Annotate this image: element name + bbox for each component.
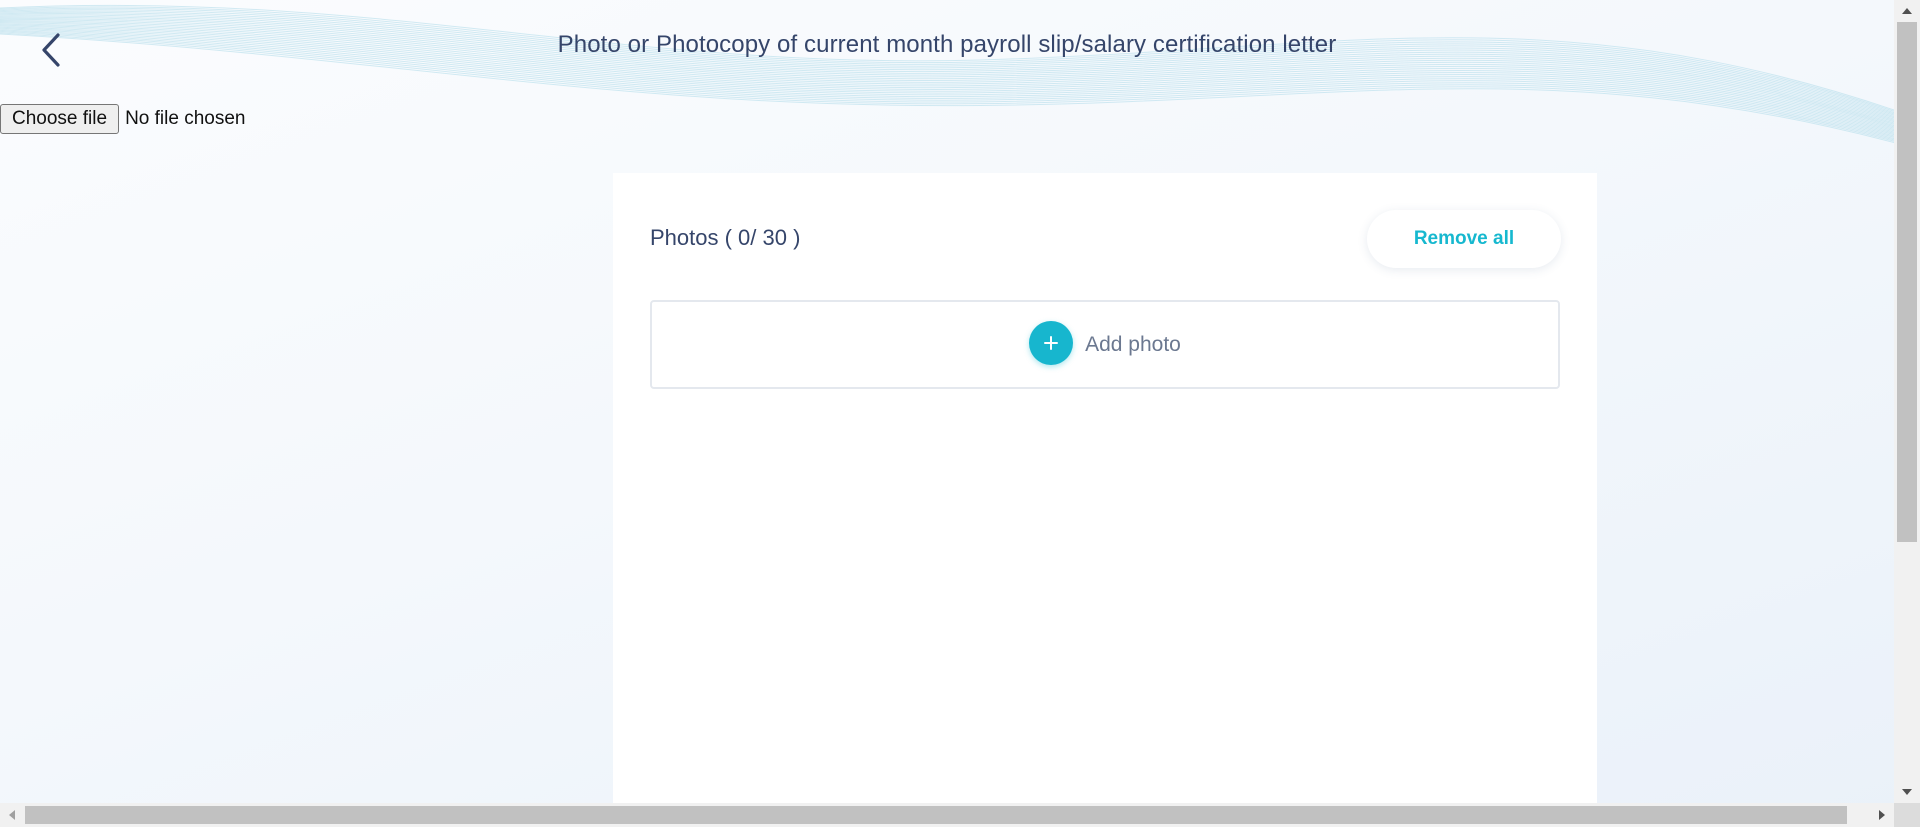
wave-line [0, 9, 1894, 115]
vertical-scrollbar-thumb[interactable] [1897, 22, 1917, 542]
remove-all-button[interactable]: Remove all [1367, 210, 1561, 268]
scroll-up-arrow-icon[interactable] [1894, 0, 1920, 22]
scroll-down-arrow-icon[interactable] [1894, 781, 1920, 803]
photos-count-label: Photos ( 0/ 30 ) [650, 225, 801, 250]
horizontal-scrollbar[interactable] [0, 803, 1894, 827]
scroll-left-arrow-icon[interactable] [0, 803, 24, 827]
file-input-row: Choose file No file chosen [0, 104, 245, 134]
scrollbar-corner [1894, 803, 1920, 827]
choose-file-button[interactable]: Choose file [0, 104, 120, 134]
add-photo-label: Add photo [1085, 332, 1181, 356]
wave-line [0, 7, 1894, 114]
wave-line [0, 13, 1894, 119]
header-wave-decoration [0, 4, 1894, 143]
vertical-scrollbar[interactable] [1894, 0, 1920, 803]
page-title: Photo or Photocopy of current month payr… [557, 31, 1337, 58]
plus-icon [1029, 320, 1074, 365]
scroll-right-arrow-icon[interactable] [1870, 803, 1894, 827]
wave-line [0, 11, 1894, 117]
horizontal-scrollbar-thumb[interactable] [25, 806, 1847, 824]
photos-card: Photos ( 0/ 30 ) Remove all Add photo [613, 173, 1597, 803]
wave-line [0, 10, 1894, 116]
add-photo-button[interactable]: Add photo [650, 300, 1560, 389]
wave-line [0, 6, 1894, 112]
file-status-text: No file chosen [125, 108, 246, 129]
